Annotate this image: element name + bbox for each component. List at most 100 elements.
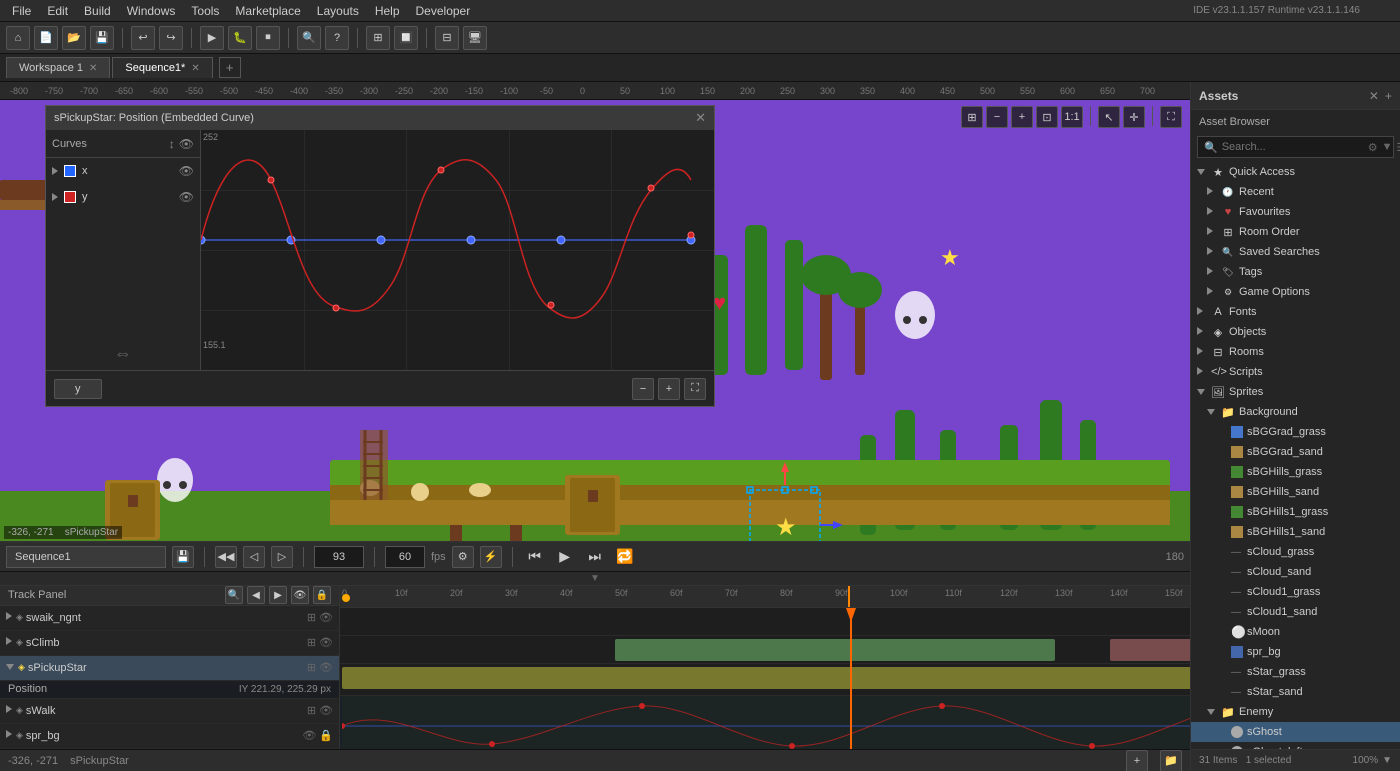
asset-smoon[interactable]: ▸ ⚪ sMoon (1191, 622, 1400, 642)
curves-dialog-titlebar[interactable]: sPickupStar: Position (Embedded Curve) ✕ (46, 106, 714, 130)
track-sclimb-vis[interactable]: 👁 (319, 636, 333, 649)
viewport-tool-cursor[interactable]: ✛ (1123, 106, 1145, 128)
seq-btn-events[interactable]: ⚡ (480, 546, 502, 568)
asset-fonts[interactable]: A Fonts (1191, 302, 1400, 322)
toolbar-layout[interactable]: ⊟ (435, 26, 459, 50)
track-swalk-vis[interactable]: 👁 (319, 704, 333, 717)
tab-add-button[interactable]: + (219, 57, 241, 78)
toolbar-open[interactable]: 📂 (62, 26, 86, 50)
curves-zoom-fit[interactable]: ⛶ (684, 378, 706, 400)
viewport-zoom-100[interactable]: 1:1 (1061, 106, 1083, 128)
track-spickupstar[interactable]: ◈ sPickupStar ⊞ 👁 (0, 656, 339, 681)
curves-icon-eye[interactable]: 👁 (179, 137, 194, 151)
asset-scloud-grass[interactable]: ▸ — sCloud_grass (1191, 542, 1400, 562)
track-sclimb-expand[interactable] (6, 637, 12, 648)
tab-workspace1[interactable]: Workspace 1 ✕ (6, 57, 110, 78)
toolbar-grid[interactable]: ⊞ (366, 26, 390, 50)
search-settings-icon[interactable]: ⚙ (1368, 141, 1378, 154)
toolbar-stop[interactable]: ⏹ (256, 26, 280, 50)
clip-spickupstar[interactable] (342, 667, 1190, 689)
asset-background-folder[interactable]: 📁 Background (1191, 402, 1400, 422)
viewport-tool-select[interactable]: ↖ (1098, 106, 1120, 128)
asset-sprites[interactable]: 🖼 Sprites (1191, 382, 1400, 402)
track-nav-left[interactable]: ◀ (247, 586, 265, 604)
track-sprbg-lock[interactable]: 🔒 (319, 729, 333, 742)
asset-favourites[interactable]: ♥ Favourites (1191, 202, 1400, 222)
track-position[interactable]: Position IY 221.29, 225.29 px (0, 681, 339, 699)
menu-file[interactable]: File (4, 2, 39, 20)
asset-enemy-folder[interactable]: 📁 Enemy (1191, 702, 1400, 722)
asset-quick-access[interactable]: ★ Quick Access (1191, 162, 1400, 182)
curve-x-eye[interactable]: 👁 (179, 164, 194, 178)
viewport-fullscreen[interactable]: ⛶ (1160, 106, 1182, 128)
menu-marketplace[interactable]: Marketplace (227, 2, 308, 20)
asset-scloud1-sand[interactable]: ▸ — sCloud1_sand (1191, 602, 1400, 622)
status-add-track[interactable]: + (1126, 750, 1148, 771)
menu-developer[interactable]: Developer (408, 2, 479, 20)
toolbar-play[interactable]: ▶ (200, 26, 224, 50)
asset-spr-bg[interactable]: ▸ spr_bg (1191, 642, 1400, 662)
menu-tools[interactable]: Tools (183, 2, 227, 20)
asset-recent[interactable]: 🕐 Recent (1191, 182, 1400, 202)
track-lock-btn[interactable]: 🔒 (313, 586, 331, 604)
loop-start-marker[interactable] (342, 594, 350, 602)
sequence-fps-input[interactable] (385, 546, 425, 568)
curve-item-y[interactable]: y 👁 (46, 184, 200, 210)
track-sprbg-expand[interactable] (6, 730, 12, 741)
curves-graph[interactable]: 252 155.1 (201, 130, 714, 370)
seq-btn-next[interactable]: ▷ (271, 546, 293, 568)
asset-sbggrad-sand[interactable]: ▸ sBGGrad_sand (1191, 442, 1400, 462)
asset-sbghills-sand[interactable]: ▸ sBGHills_sand (1191, 482, 1400, 502)
curves-dialog-close[interactable]: ✕ (695, 110, 706, 126)
track-swaik-vis[interactable]: 👁 (319, 611, 333, 624)
viewport-fit[interactable]: ⊡ (1036, 106, 1058, 128)
search-filter-icon[interactable]: ▼ (1382, 141, 1393, 153)
menu-edit[interactable]: Edit (39, 2, 76, 20)
curve-y-eye[interactable]: 👁 (179, 190, 194, 204)
asset-room-order[interactable]: ⊞ Room Order (1191, 222, 1400, 242)
toolbar-undo[interactable]: ↩ (131, 26, 155, 50)
curves-channel-y-btn[interactable]: y (54, 379, 102, 399)
toolbar-debug[interactable]: 🐛 (228, 26, 252, 50)
track-sprbg[interactable]: ◈ spr_bg 👁 🔒 (0, 724, 339, 749)
track-sclimb[interactable]: ◈ sClimb ⊞ 👁 (0, 631, 339, 656)
asset-sstar-grass[interactable]: ▸ — sStar_grass (1191, 662, 1400, 682)
track-spickupstar-add[interactable]: ⊞ (307, 661, 316, 674)
asset-zoom-icon[interactable]: ▼ (1382, 755, 1392, 766)
track-swaik-expand[interactable] (6, 612, 12, 623)
asset-sghost[interactable]: ▸ sGhost (1191, 722, 1400, 742)
asset-sbghills1-grass[interactable]: ▸ sBGHills1_grass (1191, 502, 1400, 522)
track-search-btn[interactable]: 🔍 (225, 586, 243, 604)
seq-btn-back[interactable]: ◁ (243, 546, 265, 568)
asset-tags[interactable]: 🏷 Tags (1191, 262, 1400, 282)
track-spickupstar-expand[interactable] (6, 662, 14, 673)
track-swaik-add[interactable]: ⊞ (307, 611, 316, 624)
viewport-zoom-in[interactable]: + (1011, 106, 1033, 128)
asset-scloud-sand[interactable]: ▸ — sCloud_sand (1191, 562, 1400, 582)
track-sprbg-vis[interactable]: 👁 (302, 729, 316, 742)
search-menu-icon[interactable]: ☰ (1396, 141, 1400, 154)
track-visibility-btn[interactable]: 👁 (291, 586, 309, 604)
curves-zoom-out[interactable]: − (632, 378, 654, 400)
viewport-zoom-out[interactable]: − (986, 106, 1008, 128)
asset-sghost-left[interactable]: ▸ sGhost_left (1191, 742, 1400, 749)
track-swalk-add[interactable]: ⊞ (307, 704, 316, 717)
toolbar-save[interactable]: 💾 (90, 26, 114, 50)
menu-windows[interactable]: Windows (119, 2, 184, 20)
asset-sbggrad-grass[interactable]: ▸ sBGGrad_grass (1191, 422, 1400, 442)
tab-sequence1-close[interactable]: ✕ (191, 63, 199, 74)
tab-workspace1-close[interactable]: ✕ (89, 63, 97, 74)
viewport[interactable]: ★ ★ ★ ★ ★ (0, 100, 1190, 541)
asset-sstar-sand[interactable]: ▸ — sStar_sand (1191, 682, 1400, 702)
assets-add[interactable]: + (1385, 89, 1392, 103)
curves-expand-icon[interactable]: ⇔ (46, 337, 200, 370)
transport-end[interactable]: ⏭ (583, 545, 607, 569)
sequence-frame-input[interactable] (314, 546, 364, 568)
asset-search-input[interactable] (1222, 141, 1364, 153)
curve-item-x[interactable]: x 👁 (46, 158, 200, 184)
curve-x-expand[interactable] (52, 167, 58, 175)
asset-objects[interactable]: ◈ Objects (1191, 322, 1400, 342)
toolbar-help[interactable]: ? (325, 26, 349, 50)
asset-sbghills1-sand[interactable]: ▸ sBGHills1_sand (1191, 522, 1400, 542)
timeline[interactable]: 0 10f 20f 30f 40f 50f 60f 70f 80f 90f 10… (340, 586, 1190, 749)
